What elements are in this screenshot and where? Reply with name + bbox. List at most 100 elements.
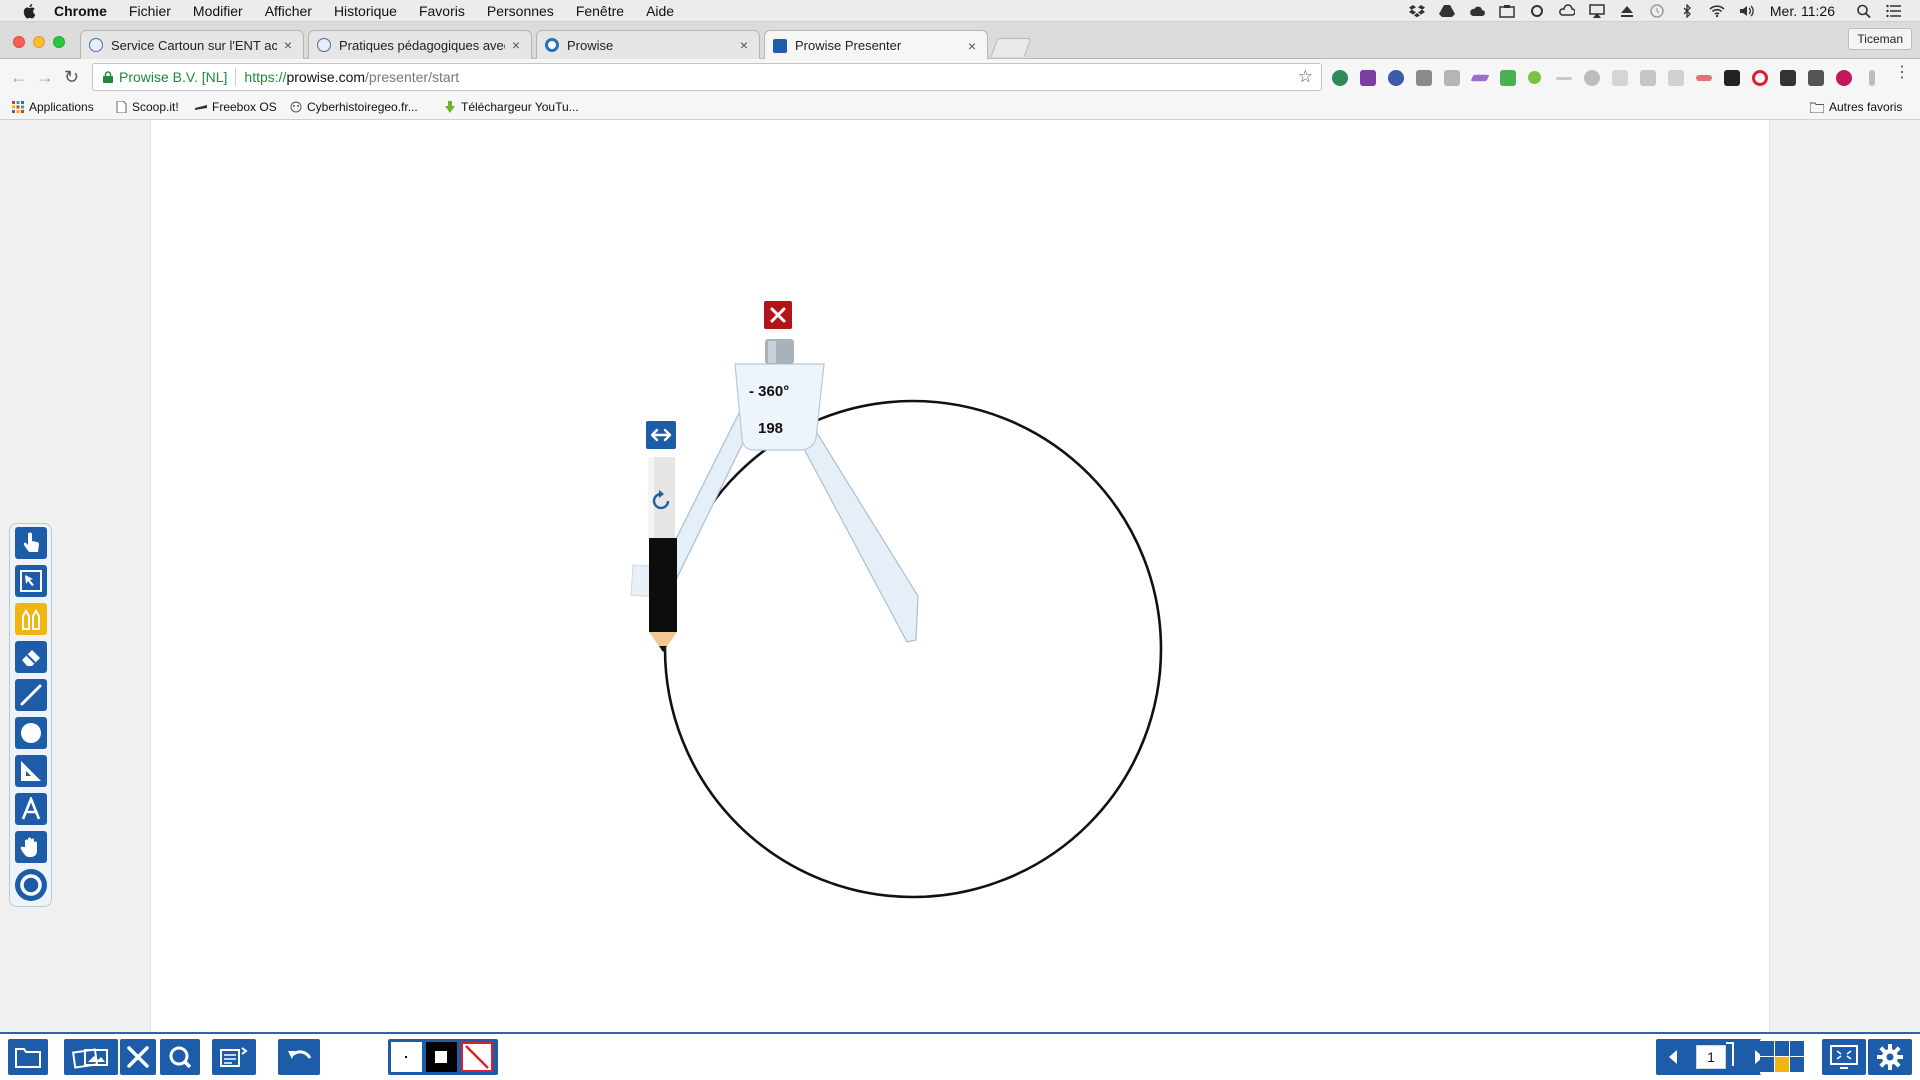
profile-button[interactable]: Ticeman <box>1848 28 1912 50</box>
tools-button[interactable] <box>120 1039 156 1075</box>
airplay-icon[interactable] <box>1589 4 1605 18</box>
reload-icon[interactable]: ↻ <box>64 67 79 87</box>
pencil-tool-button[interactable] <box>15 603 47 635</box>
menu-afficher[interactable]: Afficher <box>265 3 312 19</box>
magnifier-icon <box>169 1046 192 1069</box>
extension-feedly-icon[interactable] <box>1332 70 1348 86</box>
dropbox-icon[interactable] <box>1408 4 1425 18</box>
tab-service-cartoun[interactable]: Service Cartoun sur l'ENT aca × <box>80 30 304 59</box>
prowise-menu-button[interactable] <box>15 869 47 901</box>
extension-camera-icon[interactable] <box>1444 70 1460 86</box>
menu-personnes[interactable]: Personnes <box>487 3 554 19</box>
bookmark-cyberhistoiregeo[interactable]: Cyberhistoiregeo.fr... <box>290 100 418 114</box>
undo-button[interactable] <box>278 1039 320 1075</box>
settings-button[interactable] <box>1868 1039 1912 1075</box>
tab-prowise-presenter[interactable]: Prowise Presenter × <box>764 30 988 60</box>
bookmark-telechargeur-youtube[interactable]: Téléchargeur YouTu... <box>444 100 579 114</box>
window-zoom-button[interactable] <box>53 36 65 48</box>
extension-qr-icon[interactable] <box>1724 70 1740 86</box>
previous-page-icon[interactable] <box>1666 1049 1680 1065</box>
media-library-button[interactable] <box>64 1039 118 1075</box>
open-file-button[interactable] <box>8 1039 48 1075</box>
drive-icon[interactable] <box>1438 4 1455 18</box>
extension-green-icon[interactable] <box>1500 70 1516 86</box>
time-machine-icon[interactable] <box>1649 4 1665 18</box>
extension-line-icon[interactable] <box>1556 77 1572 80</box>
fill-none-button[interactable] <box>461 1042 493 1072</box>
whiteboard-canvas[interactable]: - 360° 198 <box>150 120 1770 1032</box>
spotlight-search-icon[interactable] <box>1856 4 1872 18</box>
menubar-clock[interactable]: Mer. 11:26 <box>1770 3 1835 19</box>
bookmark-star-icon[interactable]: ☆ <box>1298 67 1313 87</box>
extension-qr2-icon[interactable] <box>1780 70 1796 86</box>
extension-n-icon[interactable] <box>1612 70 1628 86</box>
bookmark-applications[interactable]: Applications <box>12 100 94 114</box>
window-close-button[interactable] <box>13 36 25 48</box>
sync-icon[interactable] <box>1529 4 1545 18</box>
fullscreen-button[interactable] <box>1822 1039 1866 1075</box>
chrome-menu-icon[interactable]: ⋮ <box>1894 65 1910 85</box>
eject-icon[interactable] <box>1619 4 1635 18</box>
tab-prowise[interactable]: Prowise × <box>536 30 760 59</box>
menu-aide[interactable]: Aide <box>646 3 674 19</box>
pen-size-button[interactable] <box>391 1042 422 1072</box>
notification-center-icon[interactable] <box>1886 4 1902 18</box>
window-minimize-button[interactable] <box>33 36 45 48</box>
tab-close-icon[interactable]: × <box>965 38 979 54</box>
shape-tool-button[interactable] <box>15 717 47 749</box>
eraser-tool-button[interactable] <box>15 641 47 673</box>
forward-arrow-icon[interactable]: → <box>36 67 54 87</box>
pointer-tool-button[interactable] <box>15 527 47 559</box>
extension-dot-icon[interactable] <box>1528 71 1541 84</box>
pages-button[interactable] <box>212 1039 256 1075</box>
bluetooth-icon[interactable] <box>1679 4 1695 18</box>
pencils-icon <box>22 609 40 630</box>
cloud-icon[interactable] <box>1469 4 1485 18</box>
zoom-button[interactable] <box>160 1039 200 1075</box>
extension-red-icon[interactable] <box>1696 75 1712 81</box>
site-identity[interactable]: Prowise B.V. [NL] <box>119 69 227 85</box>
extension-pen-icon[interactable] <box>1470 74 1490 82</box>
page-overview-button[interactable] <box>1760 1039 1804 1075</box>
screenshot-icon[interactable] <box>1499 4 1515 18</box>
geometry-tool-button[interactable] <box>15 755 47 787</box>
menu-modifier[interactable]: Modifier <box>193 3 243 19</box>
tab-pratiques-pedagogiques[interactable]: Pratiques pédagogiques avec l × <box>308 30 532 59</box>
tab-close-icon[interactable]: × <box>737 37 751 53</box>
wifi-icon[interactable] <box>1709 4 1725 18</box>
apple-icon[interactable] <box>20 3 40 19</box>
page-number-indicator[interactable]: 1 <box>1696 1045 1726 1069</box>
extension-k-icon[interactable] <box>1388 70 1404 86</box>
tab-close-icon[interactable]: × <box>281 37 295 53</box>
select-tool-button[interactable] <box>15 565 47 597</box>
new-tab-button[interactable] <box>990 38 1032 57</box>
menu-historique[interactable]: Historique <box>334 3 397 19</box>
extension-gray-icon[interactable] <box>1416 70 1432 86</box>
extension-screen-icon[interactable] <box>1808 70 1824 86</box>
text-tool-button[interactable] <box>15 793 47 825</box>
extension-onenote-icon[interactable] <box>1360 70 1376 86</box>
pan-tool-button[interactable] <box>15 831 47 863</box>
volume-icon[interactable] <box>1739 4 1755 18</box>
extension-rss-icon[interactable] <box>1668 70 1684 86</box>
compass-hinge[interactable] <box>734 363 825 451</box>
extension-opera-icon[interactable] <box>1752 70 1768 86</box>
compass-pencil[interactable] <box>646 421 677 652</box>
tab-close-icon[interactable]: × <box>509 37 523 53</box>
bookmark-scoopit[interactable]: Scoop.it! <box>115 100 179 114</box>
pen-color-button[interactable] <box>426 1042 457 1072</box>
extension-pin-icon[interactable] <box>1869 70 1875 86</box>
menu-app-name[interactable]: Chrome <box>54 3 107 19</box>
menu-fenetre[interactable]: Fenêtre <box>576 3 624 19</box>
extension-pink-icon[interactable] <box>1836 70 1852 86</box>
menu-favoris[interactable]: Favoris <box>419 3 465 19</box>
menu-fichier[interactable]: Fichier <box>129 3 171 19</box>
creative-cloud-icon[interactable] <box>1558 4 1575 18</box>
address-bar[interactable]: Prowise B.V. [NL] https://prowise.com/pr… <box>92 63 1322 91</box>
bookmark-other-favorites[interactable]: Autres favoris <box>1810 100 1902 114</box>
extension-print-icon[interactable] <box>1640 70 1656 86</box>
bookmark-freebox[interactable]: Freebox OS <box>195 100 277 114</box>
extension-drive-icon[interactable] <box>1584 70 1600 86</box>
back-arrow-icon[interactable]: ← <box>10 67 28 87</box>
line-tool-button[interactable] <box>15 679 47 711</box>
